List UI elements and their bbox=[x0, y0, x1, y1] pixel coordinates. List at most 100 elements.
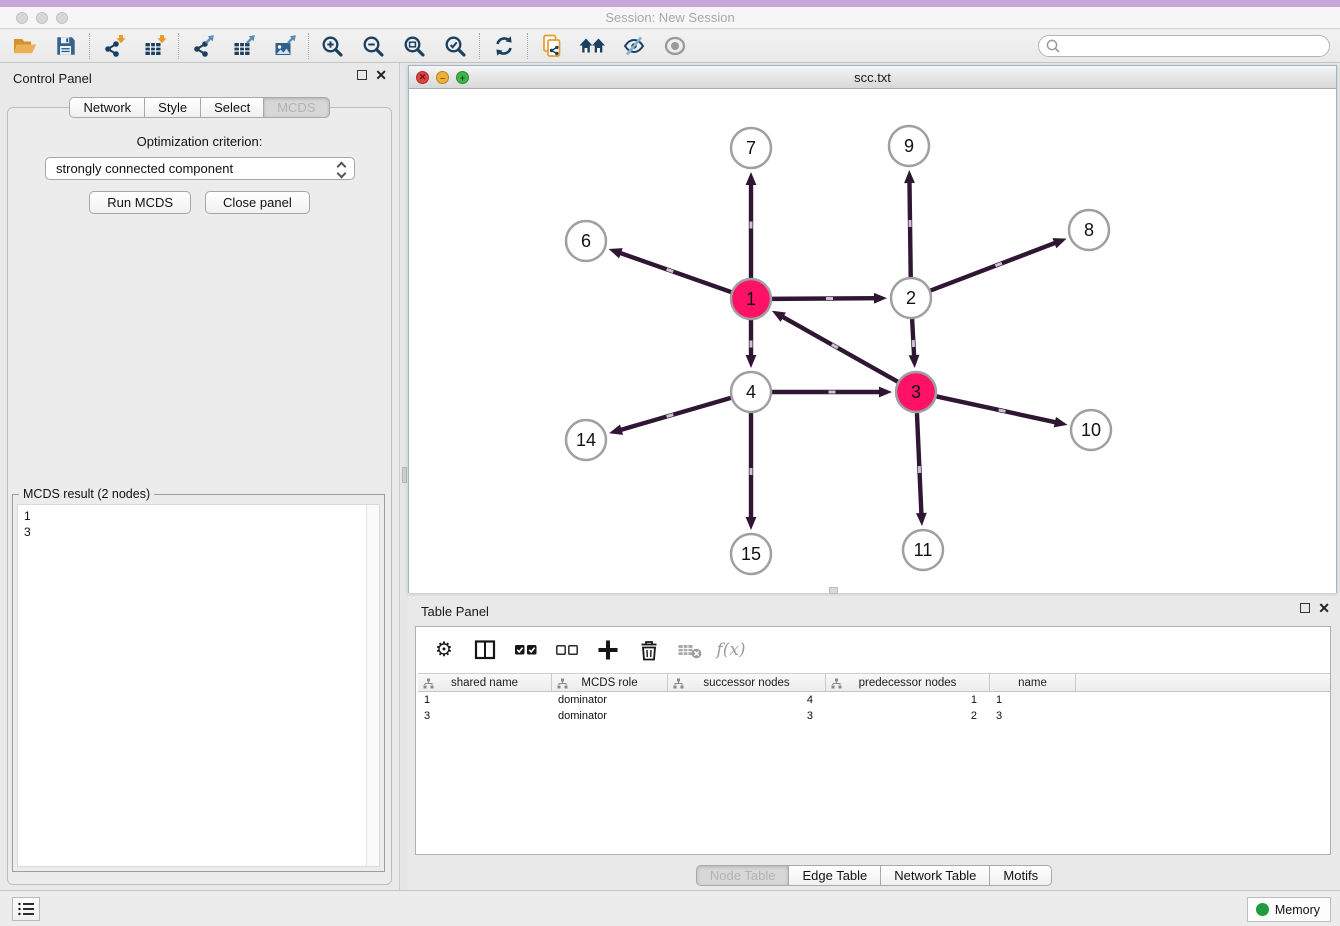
export-image-button[interactable] bbox=[264, 32, 305, 60]
run-mcds-button[interactable]: Run MCDS bbox=[89, 191, 191, 214]
table-cell[interactable]: 2 bbox=[826, 708, 990, 724]
status-bar: Memory bbox=[0, 890, 1340, 926]
column-header-predecessor-nodes[interactable]: predecessor nodes bbox=[826, 674, 990, 691]
clone-network-icon bbox=[540, 34, 564, 58]
window-titlebar: Session: New Session bbox=[0, 7, 1340, 29]
vertical-splitter[interactable] bbox=[401, 63, 408, 890]
save-session-button[interactable] bbox=[45, 32, 86, 60]
tab-mcds[interactable]: MCDS bbox=[264, 97, 329, 118]
table-cell[interactable]: 1 bbox=[990, 692, 1076, 708]
graph-edge-1-2[interactable] bbox=[772, 298, 876, 299]
first-neighbors-button[interactable] bbox=[572, 32, 613, 60]
memory-status-icon bbox=[1256, 903, 1269, 916]
table-tab-edge-table[interactable]: Edge Table bbox=[789, 865, 881, 886]
table-tab-network-table[interactable]: Network Table bbox=[881, 865, 990, 886]
close-panel-button[interactable]: Close panel bbox=[205, 191, 310, 214]
list-icon bbox=[17, 901, 35, 917]
table-body: 1dominator4113dominator323 bbox=[418, 692, 1330, 724]
graph-edge-3-1[interactable] bbox=[781, 316, 897, 382]
zoom-fit-button[interactable] bbox=[394, 32, 435, 60]
zoom-in-button[interactable] bbox=[312, 32, 353, 60]
float-table-panel-icon[interactable] bbox=[1300, 603, 1310, 613]
import-network-button[interactable] bbox=[93, 32, 134, 60]
tab-select[interactable]: Select bbox=[201, 97, 264, 118]
hide-all-columns-button[interactable] bbox=[554, 637, 580, 663]
table-cell[interactable]: dominator bbox=[552, 708, 668, 724]
zoom-selected-button[interactable] bbox=[435, 32, 476, 60]
graph-node-label: 6 bbox=[581, 231, 591, 251]
task-history-button[interactable] bbox=[12, 897, 40, 921]
zoom-fit-icon bbox=[403, 35, 426, 58]
criterion-dropdown[interactable]: strongly connected component bbox=[45, 157, 355, 180]
export-network-button[interactable] bbox=[182, 32, 223, 60]
node-table: shared nameMCDS role successor nodes prede… bbox=[418, 673, 1330, 724]
homes-icon bbox=[579, 34, 606, 58]
graph-edge-2-8[interactable] bbox=[931, 242, 1057, 290]
column-header-shared-name[interactable]: shared name bbox=[418, 674, 552, 691]
tab-style[interactable]: Style bbox=[145, 97, 201, 118]
export-image-icon bbox=[273, 34, 297, 58]
column-header-label: successor nodes bbox=[703, 677, 789, 689]
function-builder-button[interactable]: f(x) bbox=[718, 637, 744, 663]
network-canvas-svg[interactable]: 7968124314101511 bbox=[409, 90, 1336, 593]
table-cell[interactable]: dominator bbox=[552, 692, 668, 708]
table-cell[interactable]: 1 bbox=[418, 692, 552, 708]
add-column-button[interactable] bbox=[595, 637, 621, 663]
export-table-button[interactable] bbox=[223, 32, 264, 60]
table-settings-button[interactable]: ⚙ bbox=[431, 637, 457, 663]
graph-edge-arrowhead bbox=[609, 424, 623, 434]
table-cell[interactable]: 3 bbox=[668, 708, 826, 724]
graph-edge-arrowhead bbox=[1053, 238, 1067, 248]
tab-network[interactable]: Network bbox=[69, 97, 145, 118]
mcds-result-list[interactable]: 13 bbox=[17, 504, 380, 867]
trash-icon bbox=[638, 639, 660, 661]
open-session-button[interactable] bbox=[4, 32, 45, 60]
table-tab-node-table[interactable]: Node Table bbox=[696, 865, 790, 886]
search-field[interactable] bbox=[1038, 35, 1330, 57]
memory-button[interactable]: Memory bbox=[1247, 897, 1331, 922]
table-row[interactable]: 1dominator411 bbox=[418, 692, 1330, 708]
result-scrollbar[interactable] bbox=[366, 505, 379, 866]
table-panel: Table Panel ✕ ⚙ bbox=[408, 596, 1340, 890]
column-header-MCDS-role[interactable]: MCDS role bbox=[552, 674, 668, 691]
hide-selected-button[interactable] bbox=[613, 32, 654, 60]
zoom-in-icon bbox=[321, 35, 344, 58]
zoom-out-button[interactable] bbox=[353, 32, 394, 60]
table-cell[interactable]: 4 bbox=[668, 692, 826, 708]
graph-edge-1-6[interactable] bbox=[619, 253, 731, 292]
horizontal-splitter-grip[interactable] bbox=[829, 587, 838, 594]
import-table-button[interactable] bbox=[134, 32, 175, 60]
show-all-button[interactable] bbox=[654, 32, 695, 60]
column-header-successor-nodes[interactable]: successor nodes bbox=[668, 674, 826, 691]
column-header-label: predecessor nodes bbox=[859, 677, 957, 689]
zoom-selected-icon bbox=[444, 35, 467, 58]
graph-edge-4-14[interactable] bbox=[620, 398, 731, 430]
float-panel-icon[interactable] bbox=[357, 70, 367, 80]
graph-node-label: 4 bbox=[746, 382, 756, 402]
memory-label: Memory bbox=[1275, 903, 1320, 917]
table-tab-motifs[interactable]: Motifs bbox=[990, 865, 1052, 886]
network-frame-titlebar[interactable]: ✕ – + scc.txt bbox=[409, 66, 1336, 89]
clone-network-button[interactable] bbox=[531, 32, 572, 60]
show-all-columns-button[interactable] bbox=[513, 637, 539, 663]
column-header-name[interactable]: name bbox=[990, 674, 1076, 691]
table-row[interactable]: 3dominator323 bbox=[418, 708, 1330, 724]
unchecked-boxes-icon bbox=[555, 639, 579, 661]
table-cell[interactable]: 1 bbox=[826, 692, 990, 708]
table-cell[interactable]: 3 bbox=[990, 708, 1076, 724]
graph-edge-2-3[interactable] bbox=[912, 319, 914, 357]
graph-edge-2-9[interactable] bbox=[909, 181, 910, 277]
search-input[interactable] bbox=[1061, 37, 1329, 55]
graph-edge-3-11[interactable] bbox=[917, 413, 922, 515]
delete-table-button[interactable] bbox=[677, 637, 703, 663]
close-panel-icon[interactable]: ✕ bbox=[375, 70, 387, 80]
graph-edge-3-10[interactable] bbox=[937, 396, 1057, 422]
delete-column-button[interactable] bbox=[636, 637, 662, 663]
refresh-layout-button[interactable] bbox=[483, 32, 524, 60]
splitter-grip[interactable] bbox=[402, 467, 407, 483]
split-panel-button[interactable] bbox=[472, 637, 498, 663]
close-table-panel-icon[interactable]: ✕ bbox=[1318, 603, 1330, 613]
graph-edge-arrowhead bbox=[904, 170, 915, 183]
gear-icon: ⚙ bbox=[435, 639, 453, 661]
table-cell[interactable]: 3 bbox=[418, 708, 552, 724]
